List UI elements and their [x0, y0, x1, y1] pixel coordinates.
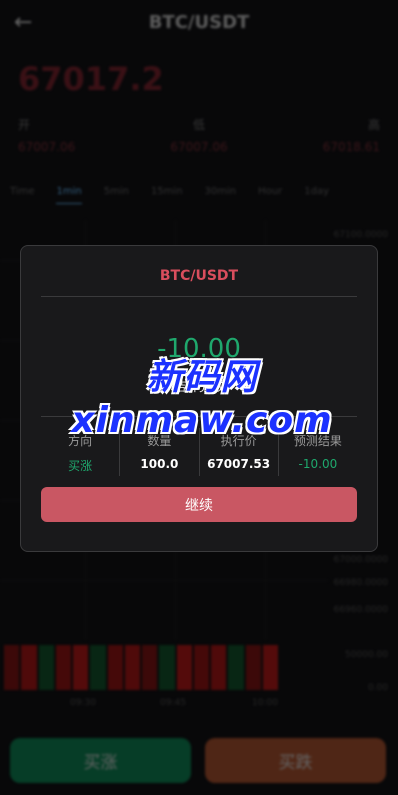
continue-button[interactable]: 继续	[41, 487, 357, 522]
prediction-result-value: -10.00	[298, 457, 338, 471]
dialog-title: BTC/USDT	[159, 268, 239, 284]
divider	[41, 296, 357, 297]
direction-value: 买涨	[68, 459, 93, 473]
quantity-value: 100.0	[140, 457, 179, 471]
watermark: 新码网xinmaw.com	[71, 357, 333, 441]
execution-price-value: 67007.53	[207, 457, 271, 471]
